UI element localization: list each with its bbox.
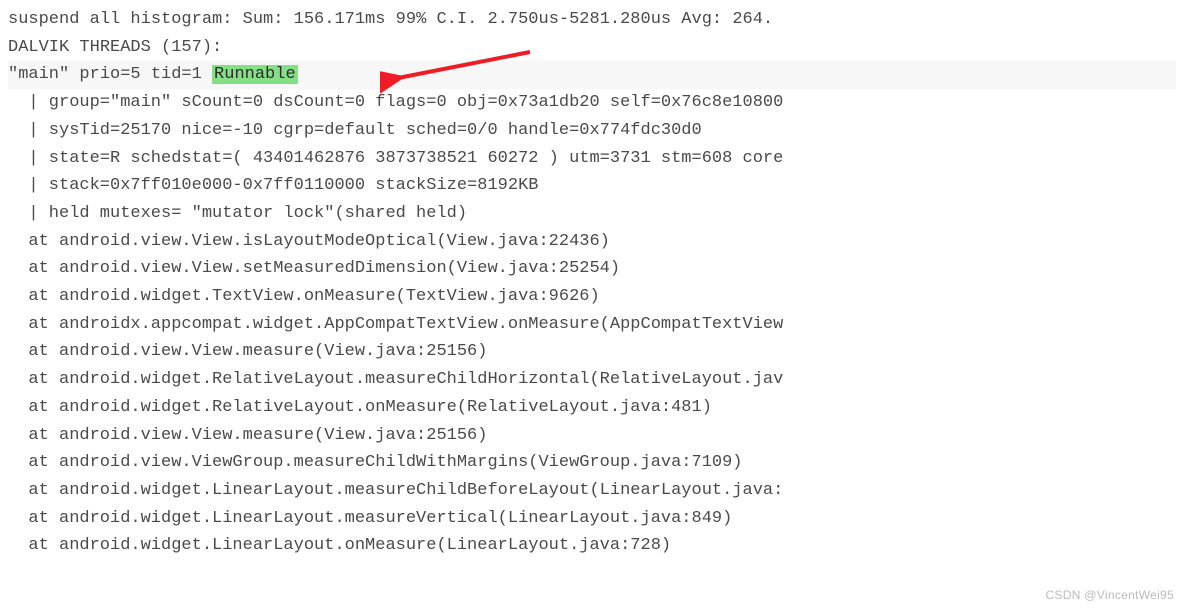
stack-frame-line: at androidx.appcompat.widget.AppCompatTe…	[8, 311, 1176, 339]
watermark-text: CSDN @VincentWei95	[1045, 586, 1174, 606]
stack-frame-line: at android.view.View.measure(View.java:2…	[8, 338, 1176, 366]
trace-output: suspend all histogram: Sum: 156.171ms 99…	[8, 6, 1176, 560]
histogram-line: suspend all histogram: Sum: 156.171ms 99…	[8, 6, 1176, 34]
dalvik-threads-line: DALVIK THREADS (157):	[8, 34, 1176, 62]
thread-header-prefix: "main" prio=5 tid=1	[8, 65, 212, 84]
stack-frame-line: at android.view.View.setMeasuredDimensio…	[8, 255, 1176, 283]
thread-header-line: "main" prio=5 tid=1 Runnable	[8, 61, 1176, 89]
stack-frame-line: at android.widget.RelativeLayout.measure…	[8, 366, 1176, 394]
stack-frame-line: at android.view.View.measure(View.java:2…	[8, 422, 1176, 450]
stack-frame-line: at android.view.ViewGroup.measureChildWi…	[8, 449, 1176, 477]
thread-detail-line: | state=R schedstat=( 43401462876 387373…	[8, 145, 1176, 173]
stack-frame-line: at android.view.View.isLayoutModeOptical…	[8, 228, 1176, 256]
thread-detail-line: | held mutexes= "mutator lock"(shared he…	[8, 200, 1176, 228]
stack-frame-line: at android.widget.LinearLayout.measureVe…	[8, 505, 1176, 533]
thread-state-highlight: Runnable	[212, 65, 298, 84]
thread-detail-line: | group="main" sCount=0 dsCount=0 flags=…	[8, 89, 1176, 117]
stack-frame-line: at android.widget.TextView.onMeasure(Tex…	[8, 283, 1176, 311]
stack-frame-line: at android.widget.LinearLayout.measureCh…	[8, 477, 1176, 505]
thread-detail-line: | sysTid=25170 nice=-10 cgrp=default sch…	[8, 117, 1176, 145]
thread-detail-line: | stack=0x7ff010e000-0x7ff0110000 stackS…	[8, 172, 1176, 200]
stack-frame-line: at android.widget.RelativeLayout.onMeasu…	[8, 394, 1176, 422]
stack-frame-line: at android.widget.LinearLayout.onMeasure…	[8, 532, 1176, 560]
